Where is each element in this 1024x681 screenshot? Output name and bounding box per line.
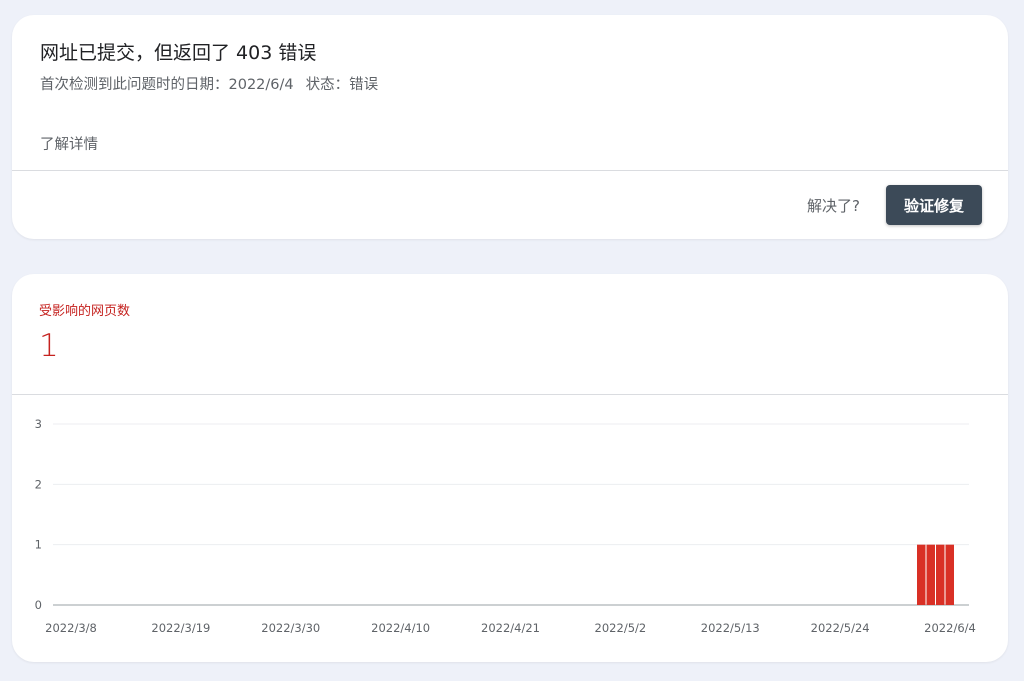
x-tick-label: 2022/3/19	[151, 621, 210, 635]
x-tick-label: 2022/3/30	[261, 621, 320, 635]
learn-more-link[interactable]: 了解详情	[40, 133, 98, 154]
first-detected-value: 2022/6/4	[228, 77, 294, 93]
x-tick-label: 2022/4/21	[481, 621, 540, 635]
issue-card: 网址已提交，但返回了 403 错误 首次检测到此问题时的日期：2022/6/4 状…	[12, 15, 1008, 239]
first-detected-label: 首次检测到此问题时的日期：	[40, 77, 229, 93]
x-tick-label: 2022/5/2	[595, 621, 647, 635]
bar[interactable]	[945, 544, 955, 605]
status-label: 状态：	[305, 77, 350, 93]
affected-pages-card: 受影响的网页数 1 0 1 2 3 2022/3/8 2022/3/19 2022/3/30…	[12, 274, 1008, 662]
y-tick-label: 3	[35, 417, 42, 431]
resolved-question: 解决了?	[807, 197, 860, 215]
x-tick-label: 2022/4/10	[371, 621, 430, 635]
affected-pages-chart: 0 1 2 3 2022/3/8 2022/3/19 2022/3/30 2022/4/10 2…	[35, 417, 976, 635]
validate-fix-button[interactable]: 验证修复	[886, 185, 982, 225]
issue-meta: 首次检测到此问题时的日期：2022/6/4 状态：错误	[40, 73, 378, 94]
divider	[12, 170, 1008, 171]
issue-title: 网址已提交，但返回了 403 错误	[40, 42, 317, 64]
x-tick-label: 2022/5/13	[701, 621, 760, 635]
y-tick-label: 0	[35, 598, 42, 612]
y-tick-label: 2	[35, 477, 42, 491]
x-tick-label: 2022/5/24	[811, 621, 870, 635]
status-value: 错误	[349, 77, 379, 93]
bar[interactable]	[917, 544, 926, 605]
y-tick-label: 1	[35, 538, 42, 552]
x-tick-label: 2022/6/4	[924, 621, 976, 635]
bar[interactable]	[936, 544, 945, 605]
bar[interactable]	[926, 544, 936, 605]
x-tick-label: 2022/3/8	[45, 621, 97, 635]
